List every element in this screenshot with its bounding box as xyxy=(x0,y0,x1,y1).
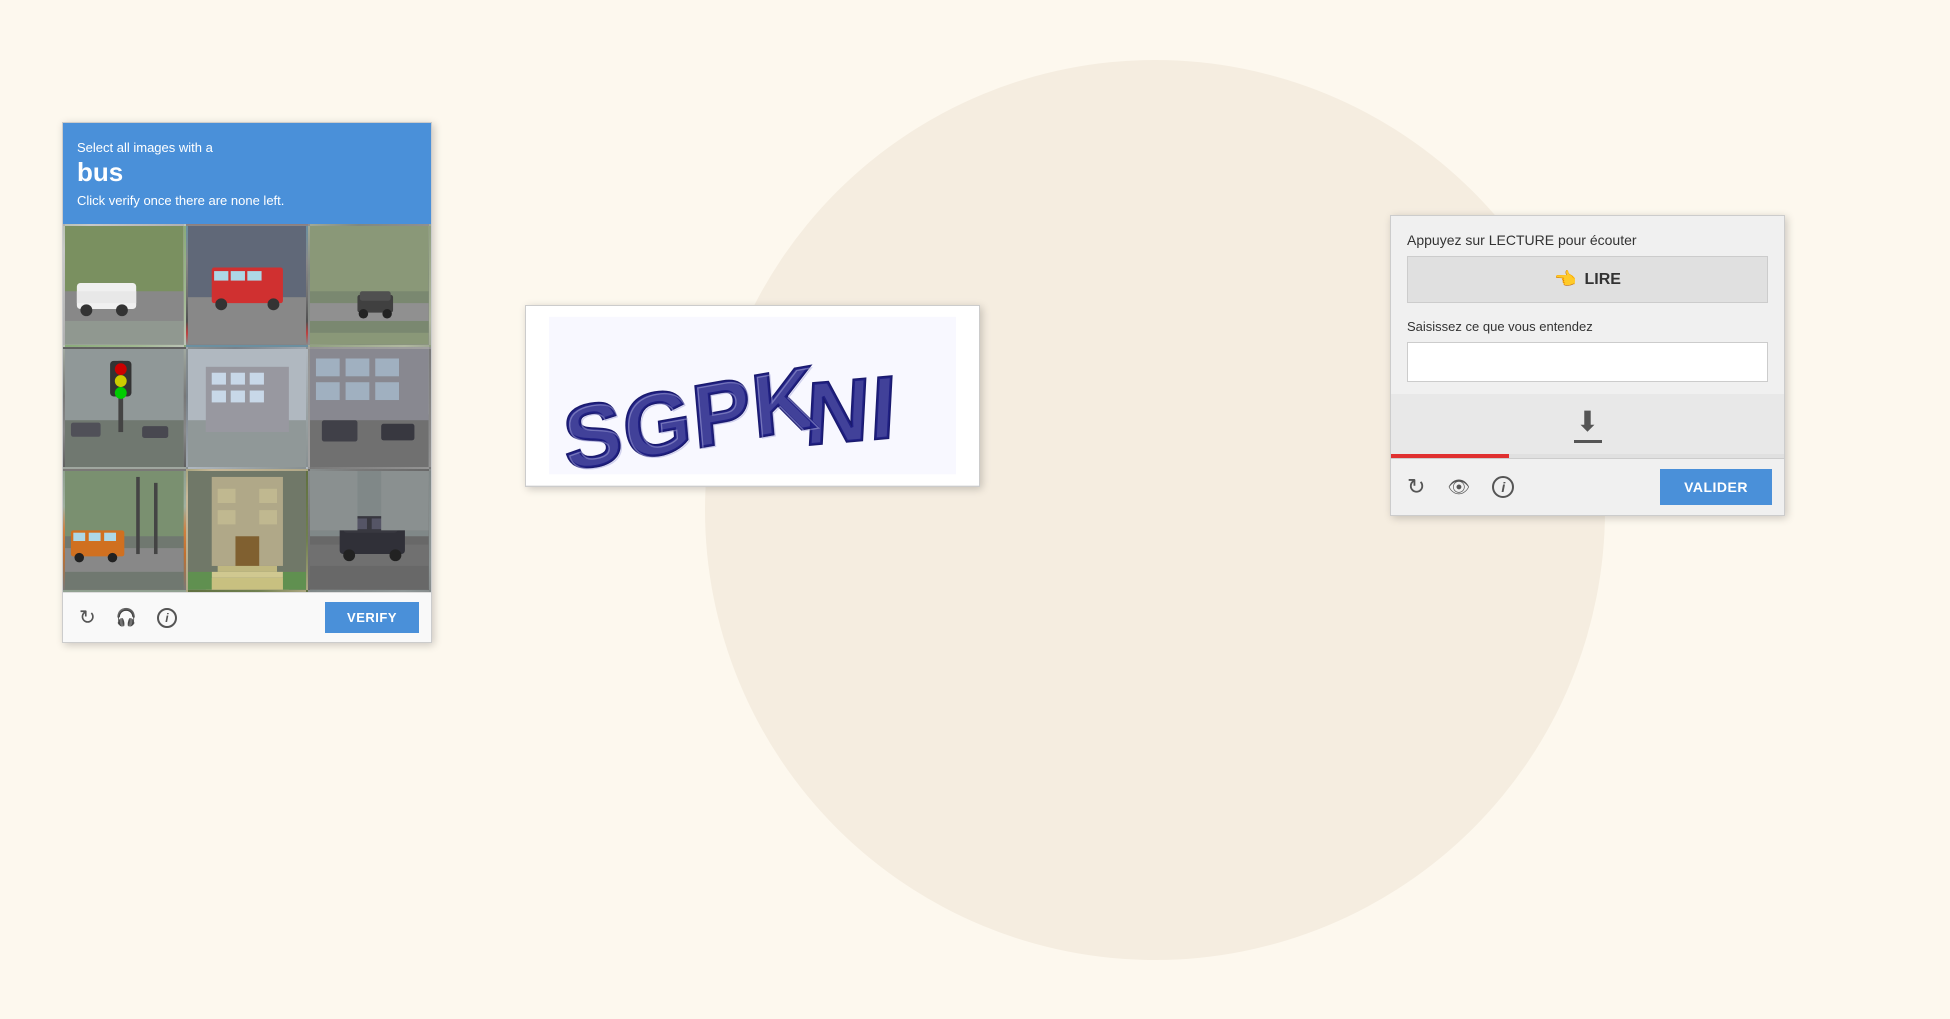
captcha-text-widget: SGPK NI SGPK NI SGPK xyxy=(525,305,980,487)
verify-button[interactable]: VERIFY xyxy=(325,602,419,633)
grid-cell-7[interactable] xyxy=(63,469,186,592)
footer-icon-group: ↻ 🎧 i xyxy=(75,601,325,634)
headphone-button[interactable]: 🎧 xyxy=(112,604,141,632)
instruction-line1: Select all images with a xyxy=(77,140,213,155)
audio-eye-button[interactable]: 👁 xyxy=(1443,473,1474,502)
audio-refresh-button[interactable]: ↻ xyxy=(1403,470,1429,504)
grid-cell-2[interactable] xyxy=(186,224,309,347)
refresh-button[interactable]: ↻ xyxy=(75,601,100,634)
cursor-icon: 👈 xyxy=(1554,269,1576,290)
info-icon: i xyxy=(157,608,177,628)
lire-button[interactable]: 👈 LIRE xyxy=(1407,256,1768,303)
saisir-label: Saisissez ce que vous entendez xyxy=(1391,315,1784,342)
grid-cell-3[interactable] xyxy=(308,224,431,347)
audio-footer-icons: ↻ 👁 i xyxy=(1403,470,1650,504)
progress-bar xyxy=(1391,454,1784,458)
instruction-keyword: bus xyxy=(77,157,417,188)
info-button[interactable]: i xyxy=(153,604,181,632)
captcha-header: Select all images with a bus Click verif… xyxy=(63,123,431,224)
grid-cell-4[interactable] xyxy=(63,347,186,470)
audio-text-input[interactable] xyxy=(1407,342,1768,382)
audio-download-area: ⬇ xyxy=(1391,394,1784,454)
eye-icon: 👁 xyxy=(1447,477,1470,498)
headphone-icon: 🎧 xyxy=(116,608,137,628)
info-icon: i xyxy=(1492,476,1514,498)
audio-header: Appuyez sur LECTURE pour écouter xyxy=(1391,216,1784,256)
audio-info-button[interactable]: i xyxy=(1488,472,1518,502)
lire-label: LIRE xyxy=(1584,271,1620,289)
captcha-grid xyxy=(63,224,431,592)
instruction-line2: Click verify once there are none left. xyxy=(77,193,284,208)
refresh-icon: ↻ xyxy=(79,605,96,630)
grid-cell-5[interactable] xyxy=(186,347,309,470)
progress-fill xyxy=(1391,454,1509,458)
grid-cell-1[interactable] xyxy=(63,224,186,347)
captcha-footer: ↻ 🎧 i VERIFY xyxy=(63,592,431,642)
captcha-image-widget: Select all images with a bus Click verif… xyxy=(62,122,432,643)
refresh-icon: ↻ xyxy=(1407,474,1425,500)
grid-cell-9[interactable] xyxy=(308,469,431,592)
captcha-text-image: SGPK NI SGPK NI SGPK xyxy=(526,306,979,486)
download-icon: ⬇ xyxy=(1574,405,1602,443)
audio-instruction: Appuyez sur LECTURE pour écouter xyxy=(1407,232,1637,248)
audio-footer: ↻ 👁 i VALIDER xyxy=(1391,458,1784,515)
captcha-audio-widget: Appuyez sur LECTURE pour écouter 👈 LIRE … xyxy=(1390,215,1785,516)
valider-button[interactable]: VALIDER xyxy=(1660,469,1772,505)
grid-cell-8[interactable] xyxy=(186,469,309,592)
grid-cell-6[interactable] xyxy=(308,347,431,470)
